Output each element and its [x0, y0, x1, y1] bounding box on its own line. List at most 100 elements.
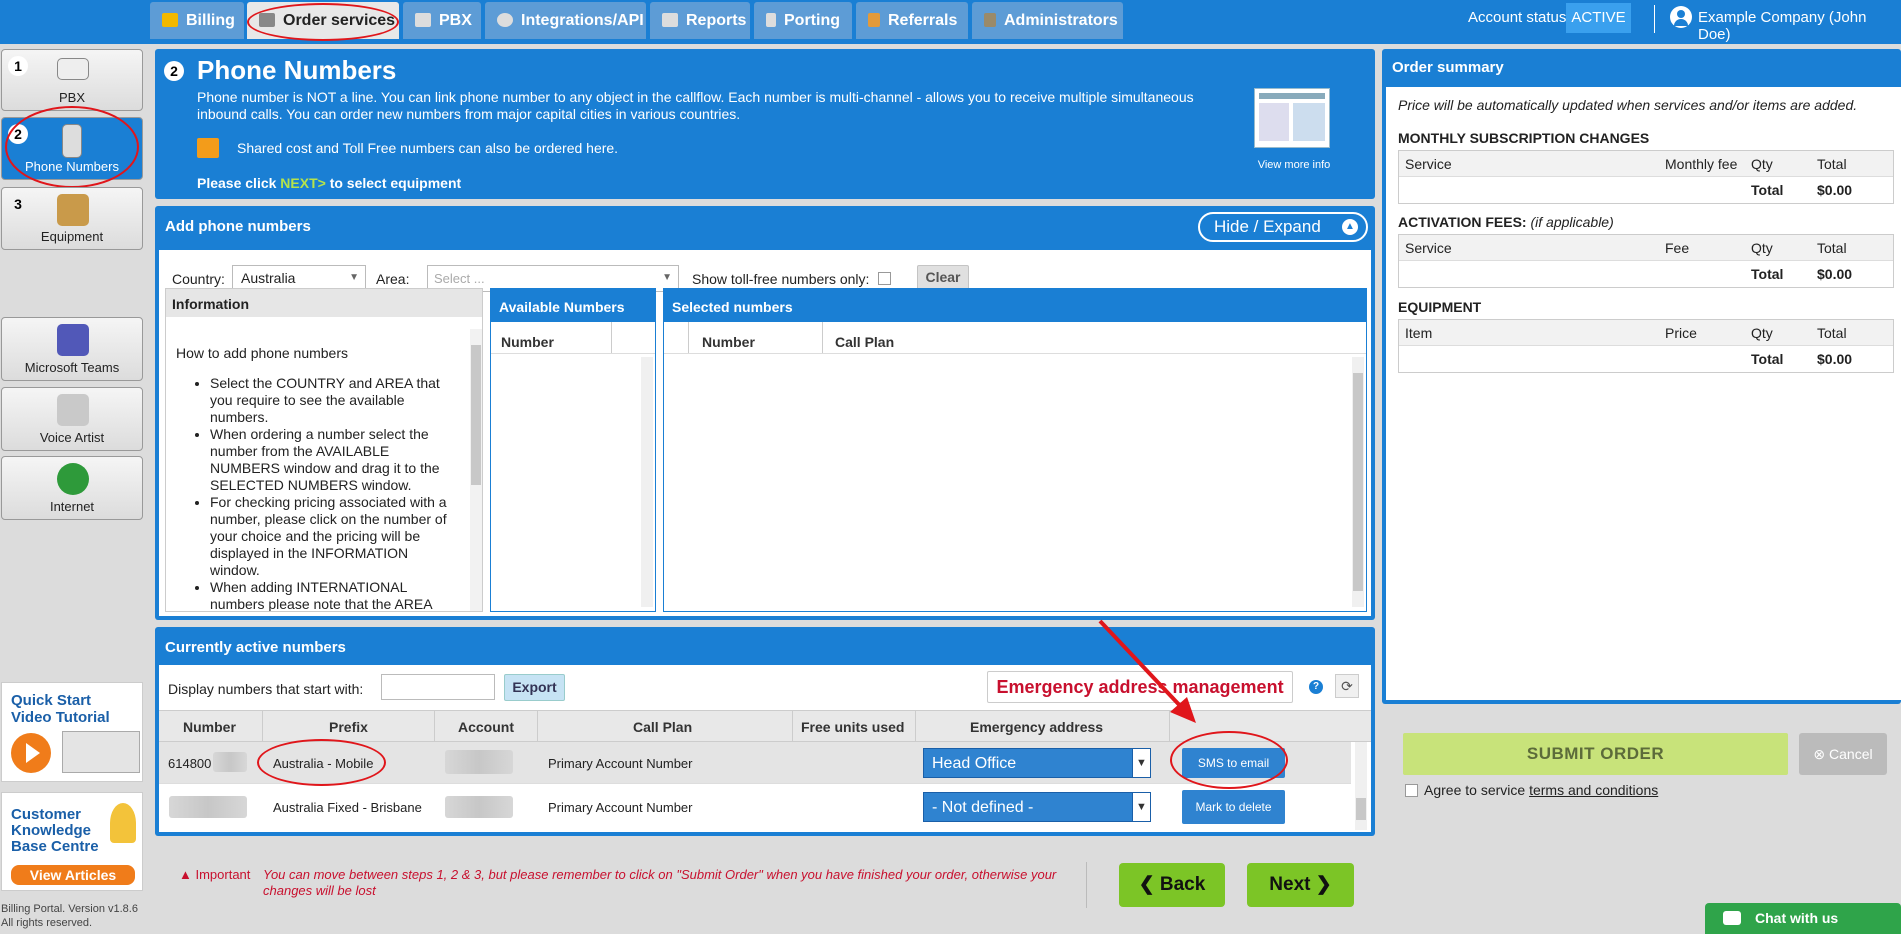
tab-pbx[interactable]: PBX	[403, 2, 481, 39]
play-icon	[11, 733, 51, 773]
sidebar-step-pbx[interactable]: 1 PBX	[1, 49, 143, 111]
important-label: ▲ Important	[179, 867, 251, 882]
cancel-button[interactable]: ⊗ Cancel	[1799, 733, 1887, 775]
back-button[interactable]: ❮ Back	[1119, 863, 1225, 907]
sidebar-internet[interactable]: Internet	[1, 456, 143, 520]
active-numbers-title: Currently active numbers	[165, 639, 346, 656]
cart-icon	[259, 13, 275, 27]
close-circle-icon: ⊗	[1813, 746, 1830, 762]
cart-icon	[197, 138, 219, 158]
export-button[interactable]: Export	[504, 674, 565, 701]
sidebar-microsoft-teams[interactable]: Microsoft Teams	[1, 317, 143, 381]
info-list: Select the COUNTRY and AREA that you req…	[190, 375, 450, 611]
globe-icon	[57, 463, 89, 495]
tab-billing[interactable]: Billing	[150, 2, 244, 39]
information-box: Information How to add phone numbers Sel…	[165, 288, 483, 612]
chat-widget[interactable]: Chat with us	[1705, 903, 1901, 934]
row-prefix: Australia - Mobile	[273, 756, 374, 771]
equipment-table: Item Price Qty Total Total $0.00	[1398, 319, 1894, 373]
col-call-plan: Call Plan	[633, 719, 693, 735]
billing-icon	[162, 13, 178, 27]
person-icon	[868, 13, 880, 27]
hide-expand-button[interactable]: Hide / Expand ▲	[1198, 212, 1368, 242]
tab-administrators[interactable]: Administrators	[972, 2, 1123, 39]
teams-icon	[57, 324, 89, 356]
phone-numbers-header-panel: 2 Phone Numbers Phone number is NOT a li…	[155, 49, 1375, 199]
promo-knowledge-base[interactable]: Customer Knowledge Base Centre View Arti…	[1, 792, 143, 891]
view-articles-button[interactable]: View Articles	[11, 865, 135, 885]
tollfree-checkbox[interactable]	[878, 272, 891, 285]
step-number: 2	[164, 61, 184, 81]
available-numbers-box: Available Numbers Number	[490, 288, 656, 612]
emergency-address-select[interactable]: - Not defined - ▼	[923, 792, 1151, 822]
box-icon	[57, 194, 89, 226]
clear-button[interactable]: Clear	[917, 265, 969, 290]
filter-label: Display numbers that start with:	[168, 681, 364, 697]
summary-note: Price will be automatically updated when…	[1398, 97, 1858, 113]
user-name[interactable]: Example Company (John Doe)	[1698, 9, 1901, 43]
table-row[interactable]: 614800 Australia - Mobile Primary Accoun…	[159, 742, 1351, 784]
chevron-down-icon: ▼	[349, 272, 359, 283]
chevron-down-icon: ▼	[1132, 749, 1150, 777]
footer-rights: All rights reserved.	[1, 917, 93, 929]
agree-checkbox[interactable]	[1405, 784, 1418, 797]
tollfree-label: Show toll-free numbers only:	[692, 271, 870, 287]
info-intro: How to add phone numbers	[176, 345, 348, 361]
selected-scrollbar[interactable]	[1352, 357, 1364, 607]
col-free-units: Free units used	[801, 719, 905, 735]
filter-input[interactable]	[381, 674, 495, 700]
phone-icon	[62, 124, 82, 158]
tab-order-services[interactable]: Order services	[247, 2, 399, 39]
sms-to-email-button[interactable]: SMS to email	[1182, 748, 1285, 778]
next-button[interactable]: Next ❯	[1247, 863, 1354, 907]
submit-order-button[interactable]: SUBMIT ORDER	[1403, 733, 1788, 775]
tab-porting[interactable]: Porting	[754, 2, 852, 39]
tab-reports[interactable]: Reports	[650, 2, 750, 39]
information-title: Information	[166, 289, 482, 317]
tab-referrals[interactable]: Referrals	[856, 2, 968, 39]
redacted-number	[169, 796, 247, 818]
page-description: Phone number is NOT a line. You can link…	[197, 89, 1194, 122]
refresh-icon[interactable]: ⟳	[1335, 674, 1359, 698]
redacted-account	[445, 750, 513, 774]
selected-col-call-plan: Call Plan	[835, 334, 895, 350]
lightbulb-icon	[110, 803, 136, 843]
selected-col-number: Number	[702, 334, 755, 350]
row-call-plan: Primary Account Number	[548, 800, 693, 815]
agree-label: Agree to service terms and conditions	[1424, 782, 1659, 798]
active-numbers-scrollbar[interactable]	[1355, 742, 1367, 830]
sidebar-step-phone-numbers[interactable]: 2 Phone Numbers	[1, 117, 143, 180]
order-summary-title: Order summary	[1392, 59, 1504, 76]
help-icon[interactable]: ?	[1309, 680, 1323, 694]
red-arrow-annotation	[1098, 619, 1196, 723]
monthly-title: MONTHLY SUBSCRIPTION CHANGES	[1398, 130, 1650, 146]
chevron-down-icon: ▼	[662, 272, 672, 283]
activation-table: Service Fee Qty Total Total $0.00	[1398, 234, 1894, 288]
pbx-icon	[415, 13, 431, 27]
account-status-badge: ACTIVE	[1566, 3, 1631, 33]
chevron-down-icon: ▼	[1132, 793, 1150, 821]
country-label: Country:	[172, 271, 225, 287]
available-scrollbar[interactable]	[641, 357, 653, 607]
view-more-thumbnail[interactable]	[1254, 88, 1330, 148]
view-more-link[interactable]: View more info	[1254, 159, 1334, 171]
emergency-address-select[interactable]: Head Office ▼	[923, 748, 1151, 778]
promo-video-tutorial[interactable]: Quick Start Video Tutorial	[1, 682, 143, 782]
sidebar-step-equipment[interactable]: 3 Equipment	[1, 187, 143, 250]
activation-title: ACTIVATION FEES: (if applicable)	[1398, 214, 1614, 230]
footer-version: Billing Portal. Version v1.8.6	[1, 903, 138, 915]
laptop-icon	[62, 731, 140, 773]
top-nav-bar: Billing Order services PBX Integrations/…	[0, 0, 1901, 44]
table-row[interactable]: Australia Fixed - Brisbane Primary Accou…	[159, 784, 1351, 829]
mark-to-delete-button[interactable]: Mark to delete	[1182, 790, 1285, 824]
sidebar-voice-artist[interactable]: Voice Artist	[1, 387, 143, 451]
info-scrollbar[interactable]	[470, 329, 482, 611]
pbx-device-icon	[57, 58, 89, 80]
terms-link[interactable]: terms and conditions	[1529, 782, 1658, 798]
order-summary-panel: Order summary	[1382, 49, 1901, 704]
col-prefix: Prefix	[329, 719, 368, 735]
area-label: Area:	[376, 271, 410, 287]
tab-integrations[interactable]: Integrations/API	[485, 2, 646, 39]
add-numbers-body: Country: Australia ▼ Area: Select ... ▼ …	[159, 250, 1371, 616]
user-avatar-icon[interactable]	[1670, 6, 1692, 28]
